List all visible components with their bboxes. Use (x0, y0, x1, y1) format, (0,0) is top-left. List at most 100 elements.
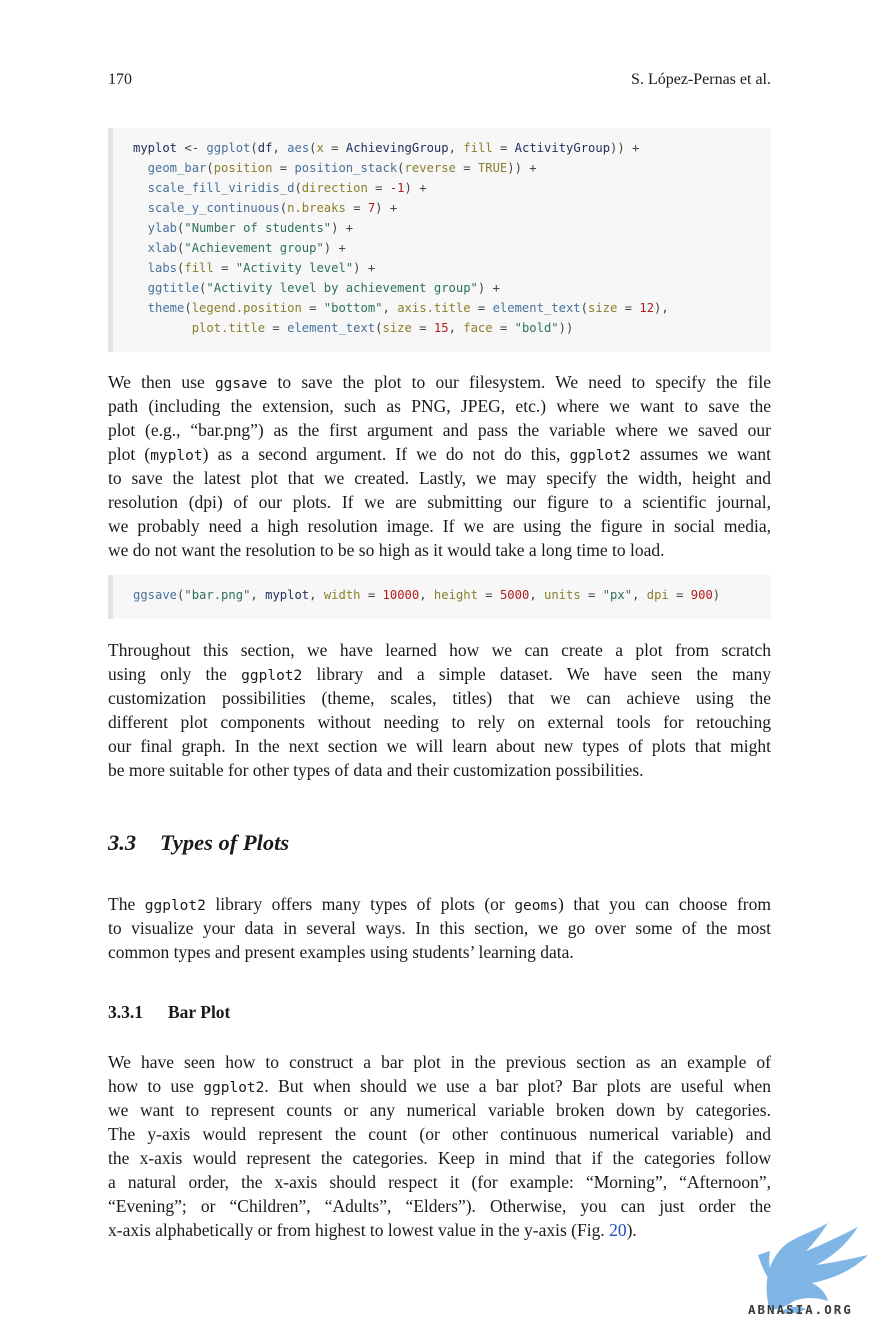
text-line: different plot components without needin… (108, 712, 771, 732)
code-token: ( (206, 161, 214, 175)
code-token: TRUE (477, 161, 508, 175)
code-token: 5000 (499, 588, 530, 602)
code-token: ) + (323, 241, 346, 255)
code-token: ( (279, 201, 288, 215)
code-token: theme (133, 301, 185, 315)
code-token: 15 (433, 321, 449, 335)
code-token: labs (133, 261, 178, 275)
text-line: to save the latest plot that we created.… (108, 468, 771, 488)
code-token: , (250, 588, 266, 602)
text-line: to visualize your data in several ways. … (108, 918, 771, 938)
text-line: customization possibilities (theme, scal… (108, 688, 771, 708)
paragraph-ggsave: We then use ggsave to save the plot to o… (108, 370, 771, 562)
code-token: legend.position (191, 301, 302, 315)
code-token: 12 (639, 301, 655, 315)
code-token: = (411, 321, 434, 335)
code-token: element_text (287, 321, 376, 335)
paragraph-types-intro: The ggplot2 library offers many types of… (108, 892, 771, 964)
text-line: we want to represent counts or any numer… (108, 1100, 771, 1120)
watermark-text: ABNASIA.ORG (748, 1302, 853, 1317)
code-token: = (301, 301, 324, 315)
code-token: plot.title (133, 321, 266, 335)
code-token: scale_y_continuous (133, 201, 280, 215)
code-token: ) + (477, 281, 500, 295)
code-token: = (580, 588, 603, 602)
subsection-heading: 3.3.1 Bar Plot (108, 1002, 230, 1023)
code-token: AchievingGroup (345, 141, 449, 155)
code-token: direction (301, 181, 368, 195)
code-line: scale_y_continuous(n.breaks = 7) + (133, 198, 398, 218)
inline-code: ggplot2 (569, 448, 631, 464)
code-block-ggsave: ggsave("bar.png", myplot, width = 10000,… (108, 575, 771, 619)
code-token: "bottom" (323, 301, 383, 315)
text-line: be more suitable for other types of data… (108, 760, 644, 780)
code-token: = (668, 588, 691, 602)
code-token: = (470, 301, 493, 315)
code-token: )) (558, 321, 574, 335)
code-token: position (213, 161, 273, 175)
code-token: , (448, 321, 464, 335)
figure-reference-link[interactable]: 20 (609, 1220, 627, 1240)
code-token: ( (580, 301, 588, 315)
code-token: = (213, 261, 236, 275)
code-token: = (272, 161, 295, 175)
code-token: = (323, 141, 346, 155)
code-line: myplot <- ggplot(df, aes(x = AchievingGr… (133, 138, 639, 158)
code-token: fill (463, 141, 493, 155)
text-line: our final graph. In the next section we … (108, 736, 771, 756)
code-token: ( (397, 161, 405, 175)
code-token: = (492, 141, 515, 155)
code-token: = (345, 201, 368, 215)
paragraph-summary: Throughout this section, we have learned… (108, 638, 771, 782)
text-line: The y-axis would represent the count (or… (108, 1124, 771, 1144)
inline-code: ggplot2 (203, 1080, 265, 1096)
code-token: ), (654, 301, 669, 315)
code-token: = (265, 321, 288, 335)
code-token: ( (294, 181, 302, 195)
code-token: "bar.png" (184, 588, 251, 602)
code-token: width (323, 588, 361, 602)
code-token: )) + (507, 161, 537, 175)
code-token: ) + (404, 181, 427, 195)
code-line: ylab("Number of students") + (133, 218, 353, 238)
text-line: the x-axis would represent the categorie… (108, 1148, 771, 1168)
code-token: position_stack (294, 161, 398, 175)
code-line: scale_fill_viridis_d(direction = -1) + (133, 178, 427, 198)
text-line: using only the ggplot2 library and a sim… (108, 664, 771, 684)
code-line: ggsave("bar.png", myplot, width = 10000,… (133, 585, 720, 605)
code-token: ggplot (206, 141, 251, 155)
text-line: path (including the extension, such as P… (108, 396, 771, 416)
code-token: dpi (646, 588, 669, 602)
code-token: ) + (331, 221, 354, 235)
subsection-number: 3.3.1 (108, 1002, 143, 1022)
code-token: x (316, 141, 324, 155)
code-token: "Number of students" (184, 221, 332, 235)
code-token: "bold" (514, 321, 559, 335)
code-token: myplot (265, 588, 310, 602)
code-token: = (455, 161, 478, 175)
code-token: , (632, 588, 647, 602)
code-token: myplot (133, 141, 178, 155)
code-token: = (617, 301, 640, 315)
text-line: We have seen how to construct a bar plot… (108, 1052, 771, 1072)
code-token: ggsave (133, 588, 178, 602)
subsection-title: Bar Plot (168, 1002, 231, 1022)
text-line: Throughout this section, we have learned… (108, 640, 771, 660)
section-title: Types of Plots (160, 830, 290, 855)
text-line: plot (e.g., “bar.png”) as the first argu… (108, 420, 771, 440)
code-token: axis.title (397, 301, 471, 315)
running-header: 170 S. López-Pernas et al. (108, 71, 771, 93)
code-token: face (463, 321, 493, 335)
code-token: ) + (353, 261, 376, 275)
code-token: = (360, 588, 383, 602)
code-token: element_text (492, 301, 581, 315)
code-token: = (477, 588, 500, 602)
section-number: 3.3 (108, 830, 137, 855)
code-token: size (382, 321, 412, 335)
code-token: )) + (610, 141, 640, 155)
text-line: common types and present examples using … (108, 942, 574, 962)
text-line: The ggplot2 library offers many types of… (108, 894, 771, 914)
text-line: plot (myplot) as a second argument. If w… (108, 444, 771, 464)
text-line: we probably need a high resolution image… (108, 516, 771, 536)
code-line: theme(legend.position = "bottom", axis.t… (133, 298, 669, 318)
